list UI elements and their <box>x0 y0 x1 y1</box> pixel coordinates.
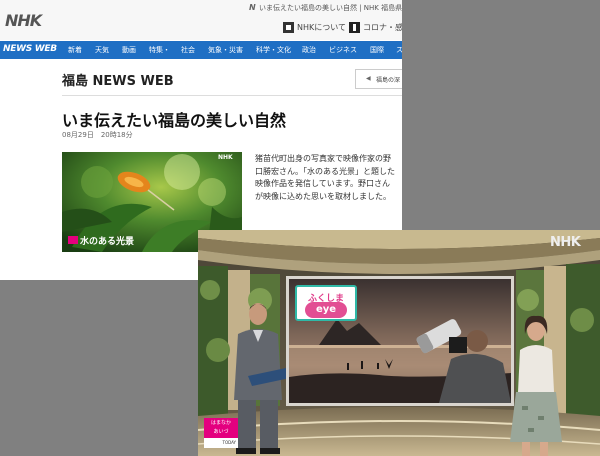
corner-tag-sub: TODAY <box>204 438 238 448</box>
nav-item-video[interactable]: 動画 <box>122 45 136 55</box>
breadcrumb: いま伝えたい福島の美しい自然 | NHK 福島県のニュース <box>259 4 402 12</box>
article-title: いま伝えたい福島の美しい自然 <box>62 111 287 130</box>
nav-item-weather[interactable]: 天気 <box>95 45 109 55</box>
nav-item-new[interactable]: 新着 <box>68 45 82 55</box>
nav-item-disaster[interactable]: 気象・災害 <box>208 45 243 55</box>
nav-item-society[interactable]: 社会 <box>181 45 195 55</box>
nav-item-politics[interactable]: 政治 <box>302 45 316 55</box>
nav-item-business[interactable]: ビジネス <box>329 45 357 55</box>
nav-item-science[interactable]: 科学・文化 <box>256 45 291 55</box>
info-icon[interactable] <box>349 22 360 33</box>
nav-item-sports[interactable]: ス <box>396 45 402 55</box>
about-icon[interactable] <box>283 22 294 33</box>
about-nhk-link[interactable]: NHKについて <box>297 22 346 33</box>
main-nav: NEWS WEB 新着 天気 動画 特集・ 社会 気象・災害 科学・文化 政治 … <box>0 41 402 59</box>
tv-broadcast-window: NHK ふくしま eye はまなか あいづ TODAY <box>198 230 600 456</box>
program-logo-bottom: eye <box>305 302 347 318</box>
corner-program-tag: はまなか あいづ TODAY <box>204 418 238 448</box>
article-summary: 猪苗代町出身の写真家で映像作家の野口勝宏さん。「水のある光景」と題した映像作品を… <box>255 154 395 201</box>
corner-tag-title: はまなか あいづ <box>204 418 238 438</box>
fukushima-deep-button[interactable]: ◀ 福島の深 <box>355 69 402 89</box>
news-web-brand[interactable]: NEWS WEB <box>3 44 57 54</box>
section-title[interactable]: 福島 NEWS WEB <box>62 70 174 89</box>
nav-item-world[interactable]: 国際 <box>370 45 384 55</box>
thumbnail-nhk-logo: NHK <box>218 154 233 161</box>
corona-link[interactable]: コロナ・感染 <box>363 22 402 33</box>
broadcast-nhk-logo: NHK <box>550 235 581 250</box>
arrow-left-icon: ◀ <box>366 75 371 82</box>
studio-monitor: ふくしま eye <box>286 276 514 406</box>
article-date: 08月29日 20時18分 <box>62 131 133 139</box>
nav-item-features[interactable]: 特集・ <box>149 45 170 55</box>
divider <box>62 95 402 96</box>
nhk-logo[interactable]: NHK <box>5 11 42 30</box>
site-header: NHK N いま伝えたい福島の美しい自然 | NHK 福島県のニュース NHKに… <box>0 0 402 40</box>
thumbnail-caption: 水のある光景 <box>80 237 135 247</box>
breadcrumb-nhk-icon: N <box>249 3 256 12</box>
thumbnail-tag <box>68 236 78 244</box>
fukushima-deep-label: 福島の深 <box>376 77 401 84</box>
program-logo: ふくしま eye <box>295 285 357 321</box>
